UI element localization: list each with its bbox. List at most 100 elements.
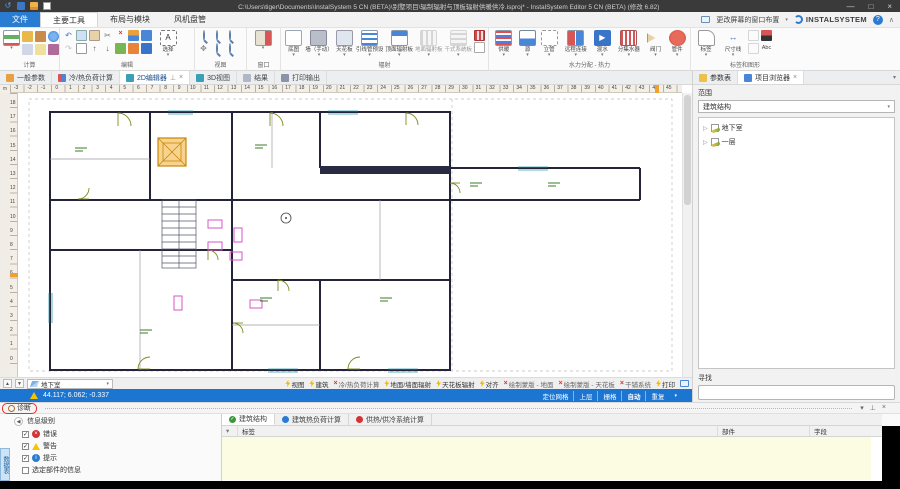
tab-fan-coil[interactable]: 风机盘管 [162,12,218,27]
graphic-frame-icon[interactable] [748,30,759,41]
rotate-icon[interactable] [128,43,139,54]
abacus-icon[interactable] [22,31,33,42]
sort-icon[interactable]: ▾ [222,426,238,436]
fit-screen-icon[interactable] [680,380,689,387]
new-document-icon[interactable] [43,2,51,10]
paste-icon[interactable] [89,30,100,41]
move-down-icon[interactable]: ↓ [102,43,113,54]
vertical-scrollbar[interactable] [682,93,692,377]
collapse-panel-icon[interactable]: ◀ [14,417,23,426]
frame-icon[interactable] [76,43,87,54]
modify-table-icon[interactable] [128,30,139,41]
filter-errors[interactable]: ✓ × 错误 [10,428,221,440]
pan-icon[interactable]: ✥ [198,43,209,54]
group-icon[interactable] [115,43,126,54]
select-icon[interactable]: A [160,30,177,46]
checkbox-unchecked[interactable] [22,467,29,474]
close-button[interactable]: × [887,2,892,11]
toggle-mask-ceiling[interactable]: ×绘制蒙版 - 天花板 [559,379,615,389]
doc-tab-3d-view[interactable]: 3D视图 [190,71,237,84]
mode-grid-snap[interactable]: 定位网格 [537,391,573,401]
tab-project-browser[interactable]: 项目浏览器× [738,71,804,84]
window-thermometer-icon[interactable] [255,30,272,46]
redo-arrow-icon[interactable]: ↷ [63,43,74,54]
copy-icon[interactable] [76,30,87,41]
tree-item-first-floor[interactable]: ▷ 一层 [701,135,892,149]
options-icon[interactable] [35,44,46,55]
fittings-icon[interactable] [669,30,686,46]
toggle-print[interactable]: 打印 [656,379,675,389]
column-label[interactable]: 标签 [238,426,718,436]
zoom-window-icon[interactable] [211,43,222,54]
toggle-view[interactable]: 视图 [285,379,304,389]
column-field[interactable]: 字段 [810,426,882,436]
dry-system-panel-icon[interactable] [450,30,467,46]
toggle-ceiling-radiant[interactable]: 天花板辐射 [436,379,475,389]
align-icon[interactable] [141,43,152,54]
vertical-scrollbar-thumb[interactable] [684,95,691,205]
connection-pipes-icon[interactable] [361,30,378,46]
mode-repeat[interactable]: 重复 [645,391,669,401]
filter-warnings[interactable]: ✓ 警告 [10,440,221,452]
riser-icon[interactable] [541,30,558,46]
doc-tab-load-calc[interactable]: 冷/热负荷计算 [52,71,120,84]
close-panel-icon[interactable]: × [793,74,797,81]
mode-raster[interactable]: 栅格 [597,391,621,401]
remote-connection-icon[interactable] [567,30,584,46]
ceiling-icon[interactable] [336,30,353,46]
scope-select[interactable]: 建筑结构 ▾ [698,100,895,113]
tab-layout-modules[interactable]: 布局与模块 [98,12,162,27]
floor-select[interactable]: 地下室 ▾ [27,379,113,389]
close-panel-icon[interactable]: × [882,404,886,412]
floor-panel-icon[interactable] [420,30,437,46]
globe-icon[interactable] [48,31,59,42]
flag-icon[interactable] [761,30,772,41]
cut-icon[interactable]: ✂ [102,30,113,41]
wall-manual-icon[interactable] [310,30,327,46]
floor-down-button[interactable]: ▼ [15,379,24,388]
doc-tab-print[interactable]: 打印输出 [275,71,327,84]
panel-small-icon[interactable] [474,42,485,53]
valve-icon[interactable] [647,30,664,46]
checkbox-checked[interactable]: ✓ [22,431,29,438]
filter-hints[interactable]: ✓ i 提示 [10,452,221,464]
checkbox-checked[interactable]: ✓ [22,455,29,462]
diag-tab-system-calc[interactable]: 供热/供冷系统计算 [349,414,432,425]
heating-icon[interactable] [495,30,512,46]
source-icon[interactable] [519,30,536,46]
checkbox-checked[interactable]: ✓ [22,443,29,450]
package-icon[interactable] [48,44,59,55]
expander-icon[interactable]: ▷ [703,125,708,132]
ceiling-panel-icon[interactable] [391,30,408,46]
image-icon[interactable] [748,43,759,54]
help-button[interactable]: ? [873,15,883,25]
floor-up-button[interactable]: ▲ [3,379,12,388]
doc-tab-results[interactable]: 结果 [237,71,275,84]
panel-menu-icon[interactable]: ▾ [893,71,900,84]
panel-drag-handle[interactable] [45,408,852,409]
briefcase-icon[interactable] [35,31,46,42]
save-icon[interactable] [17,2,25,10]
zoom-in-icon[interactable] [198,30,209,41]
diag-tab-heat-load[interactable]: 建筑热负荷计算 [275,414,349,425]
collapse-ribbon-icon[interactable]: ∧ [889,16,894,24]
tab-parameter-table[interactable]: 参数表 [693,71,738,84]
pin-icon[interactable]: ⊥ [170,74,176,82]
base-map-icon[interactable] [285,30,302,46]
filter-selected-components[interactable]: 选定部件的信息 [10,464,221,476]
diagnostics-table-body[interactable] [222,437,882,480]
tab-file[interactable]: 文件 [0,12,40,27]
mode-upper-layer[interactable]: 上层 [573,391,597,401]
calculate-icon[interactable] [3,30,20,46]
manifold-icon[interactable] [620,30,637,46]
toggle-mask-floor[interactable]: ×绘制蒙版 - 地面 [504,379,554,389]
open-folder-icon[interactable] [30,2,38,10]
mirror-icon[interactable] [141,30,152,41]
undo-icon[interactable]: ↺ [4,2,12,10]
zoom-extents-icon[interactable] [224,30,235,41]
tab-main-tools[interactable]: 主要工具 [40,12,98,27]
abc-text-icon[interactable]: Abc [761,43,772,54]
undo-arrow-icon[interactable]: ↶ [63,30,74,41]
move-up-icon[interactable]: ↑ [89,43,100,54]
delete-icon[interactable]: × [115,30,126,41]
